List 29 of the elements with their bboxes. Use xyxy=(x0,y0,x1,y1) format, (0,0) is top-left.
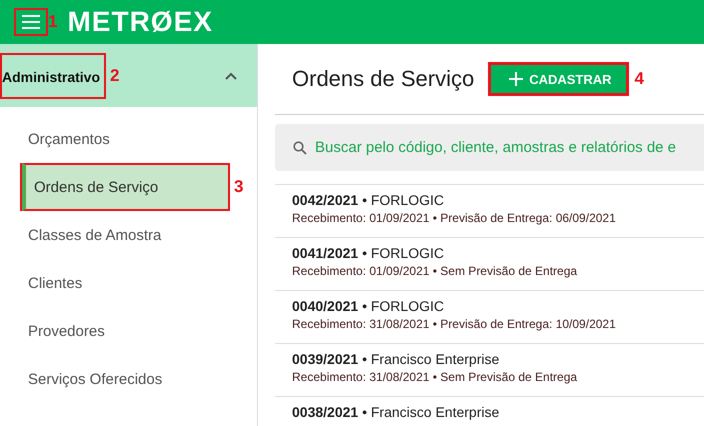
sidebar-item[interactable]: Classes de Amostra xyxy=(28,226,162,244)
menu-icon xyxy=(22,15,40,29)
sidebar-item[interactable]: Provedores xyxy=(28,322,105,340)
callout-number: 2 xyxy=(110,66,120,86)
order-title[interactable]: 0038/2021 • Francisco Enterprise xyxy=(292,404,704,420)
order-dates: Recebimento: 31/08/2021 • Previsão de Entrega: 10/09/2021 xyxy=(292,317,617,331)
search-field[interactable]: Buscar pelo código, cliente, amostras e relatórios de e xyxy=(315,139,704,156)
callout-number: 4 xyxy=(634,69,644,89)
chevron-icon[interactable] xyxy=(225,72,237,80)
search-icon xyxy=(293,140,307,154)
order-title[interactable]: 0042/2021 • FORLOGIC xyxy=(292,192,704,208)
order-title[interactable]: 0040/2021 • FORLOGIC xyxy=(292,298,704,314)
order-dates: Recebimento: 01/09/2021 • Sem Previsão de Entrega xyxy=(292,264,578,278)
sidebar-item[interactable]: Orçamentos xyxy=(28,130,110,148)
plus-icon xyxy=(509,72,524,86)
section-label[interactable]: Administrativo xyxy=(0,52,106,98)
callout-number: 3 xyxy=(234,177,244,197)
logo: METRØEX xyxy=(67,6,213,38)
sidebar-item[interactable]: Ordens de Serviço xyxy=(22,163,230,211)
order-dates: Recebimento: 01/09/2021 • Previsão de Entrega: 06/09/2021 xyxy=(292,211,617,225)
callout-number: 1 xyxy=(48,12,58,32)
menu-button[interactable] xyxy=(14,8,48,36)
page-title: Ordens de Serviço xyxy=(292,66,474,92)
order-title[interactable]: 0039/2021 • Francisco Enterprise xyxy=(292,351,704,367)
search-bar[interactable]: Buscar pelo código, cliente, amostras e relatórios de e xyxy=(275,124,704,171)
order-title[interactable]: 0041/2021 • FORLOGIC xyxy=(292,245,704,261)
sidebar-item[interactable]: Clientes xyxy=(28,274,82,292)
order-dates: Recebimento: 31/08/2021 • Sem Previsão de Entrega xyxy=(292,370,578,384)
sidebar-item[interactable]: Serviços Oferecidos xyxy=(28,370,162,388)
